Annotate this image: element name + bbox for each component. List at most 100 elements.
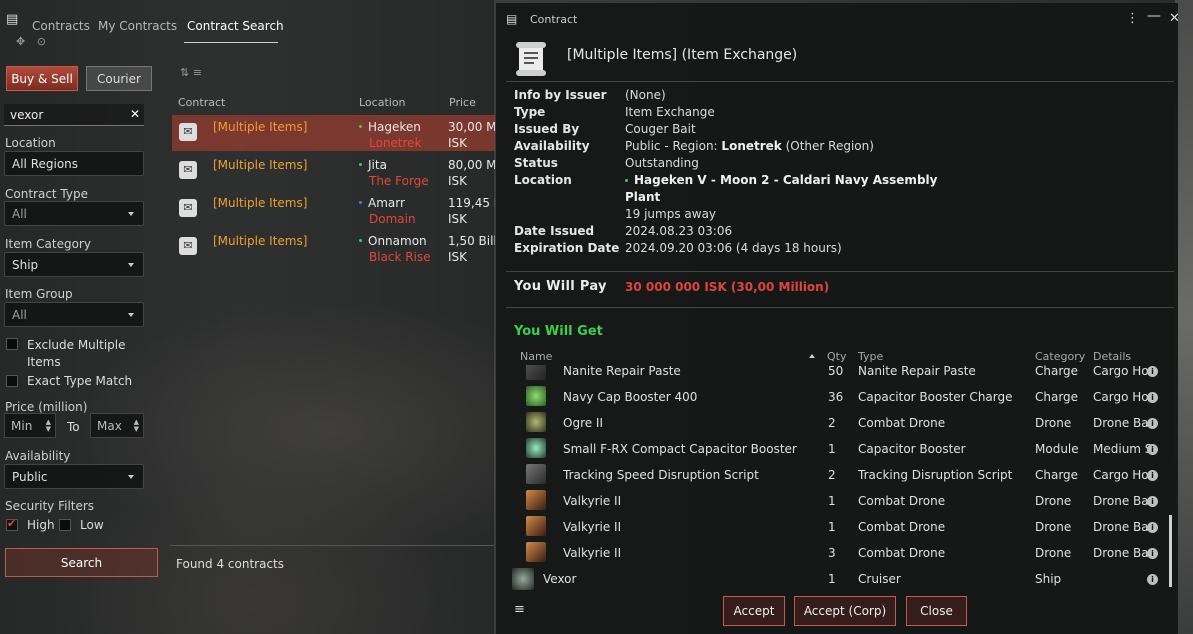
location-dropdown[interactable]: All Regions (4, 151, 144, 176)
window-header[interactable]: ▤ Contract ⋮ — ✕ (496, 3, 1180, 31)
item-category-label: Item Category (5, 237, 91, 251)
column-header-price[interactable]: Price (449, 96, 476, 109)
info-icon[interactable]: i (1147, 366, 1158, 377)
item-group-dropdown[interactable]: All (4, 302, 144, 327)
row-region[interactable]: Domain (369, 212, 416, 226)
item-qty: 2 (828, 468, 836, 482)
list-item[interactable]: Valkyrie II 1 Combat Drone Drone Drone B… (506, 515, 1166, 541)
contract-type-label: Contract Type (5, 187, 88, 201)
item-category: Charge (1035, 390, 1079, 404)
security-dot (359, 201, 362, 204)
info-icon[interactable]: i (1147, 548, 1158, 559)
row-region[interactable]: Lonetrek (369, 136, 422, 150)
price-max-input[interactable]: Max ▲ ▼ (90, 413, 144, 438)
security-low-label: Low (80, 518, 104, 532)
info-icon[interactable]: i (1147, 392, 1158, 403)
row-region[interactable]: Black Rise (369, 250, 431, 264)
exact-type-checkbox[interactable] (6, 375, 18, 387)
accept-button[interactable]: Accept (723, 596, 785, 626)
hamburger-menu-icon[interactable]: ≡ (514, 602, 525, 617)
clear-search-icon[interactable]: ✕ (130, 107, 140, 121)
list-item[interactable]: Tracking Speed Disruption Script 2 Track… (506, 463, 1166, 489)
list-item[interactable]: Navy Cap Booster 400 36 Capacitor Booste… (506, 385, 1166, 411)
spinner-icon[interactable]: ▲ ▼ (46, 419, 51, 433)
row-currency: ISK (448, 250, 468, 264)
more-options-icon[interactable]: ⋮ (1126, 11, 1139, 26)
jumps-away: 19 jumps away (625, 207, 717, 221)
location-value[interactable]: Hageken V - Moon 2 - Caldari Navy Assemb… (625, 173, 937, 187)
item-category-value: Ship (12, 257, 39, 272)
column-header-contract[interactable]: Contract (178, 96, 225, 109)
list-item[interactable]: Small F-RX Compact Capacitor Booster 1 C… (506, 437, 1166, 463)
row-region[interactable]: The Forge (369, 174, 429, 188)
search-input[interactable]: vexor ✕ (4, 104, 144, 126)
availability-dropdown[interactable]: Public (4, 464, 144, 489)
you-will-pay-value: 30 000 000 ISK (30,00 Million) (625, 280, 830, 294)
column-header-location[interactable]: Location (359, 96, 406, 109)
security-high-checkbox[interactable] (6, 517, 18, 531)
contract-type-dropdown[interactable]: All (4, 201, 144, 226)
search-button[interactable]: Search (5, 548, 158, 577)
item-name: Valkyrie II (563, 546, 622, 560)
buy-sell-toggle[interactable]: Buy & Sell (6, 66, 78, 91)
chevron-down-icon (128, 475, 134, 479)
results-count: Found 4 contracts (176, 557, 284, 571)
ogre-drone-icon (526, 412, 546, 432)
column-header-qty[interactable]: Qty (827, 350, 846, 363)
table-row[interactable]: ✉ [Multiple Items] Onnamon Black Rise 1,… (172, 229, 496, 265)
column-header-category[interactable]: Category (1035, 350, 1085, 363)
minimize-icon[interactable]: — (1147, 8, 1161, 24)
security-dot (625, 179, 628, 182)
contracts-tab-bar: ▤ ✥ ⊙ Contracts My Contracts Contract Se… (0, 0, 494, 52)
table-row[interactable]: ✉ [Multiple Items] Jita The Forge 80,00 … (172, 153, 496, 189)
tab-contracts[interactable]: Contracts (32, 19, 90, 33)
item-type: Combat Drone (858, 494, 946, 508)
column-header-details[interactable]: Details (1093, 350, 1131, 363)
info-icon[interactable]: i (1147, 522, 1158, 533)
issued-by-value[interactable]: Couger Bait (625, 122, 696, 136)
table-row[interactable]: ✉ [Multiple Items] Amarr Domain 119,45 M… (172, 191, 496, 227)
info-icon[interactable]: i (1147, 496, 1158, 507)
courier-toggle[interactable]: Courier (86, 66, 152, 91)
column-header-type[interactable]: Type (858, 350, 883, 363)
price-min-input[interactable]: Min ▲ ▼ (4, 413, 56, 438)
item-name: Valkyrie II (563, 520, 622, 534)
active-tab-underline (184, 42, 278, 43)
table-row[interactable]: ✉ [Multiple Items] Hageken Lonetrek 30,0… (172, 115, 496, 151)
list-item[interactable]: Vexor 1 Cruiser Ship i (506, 567, 1166, 591)
list-settings-icon[interactable]: ⇅ ≡ (180, 66, 202, 79)
exclude-multiple-checkbox[interactable] (6, 338, 18, 350)
item-type: Capacitor Booster Charge (858, 390, 1013, 404)
item-details: Cargo Ho (1093, 365, 1149, 378)
tab-contract-search[interactable]: Contract Search (187, 19, 284, 33)
location-value-line1: Hageken V - Moon 2 - Caldari Navy Assemb… (634, 173, 938, 187)
info-icon[interactable]: i (1147, 444, 1158, 455)
security-low-checkbox[interactable] (59, 519, 71, 531)
divider (506, 81, 1174, 82)
window-mini-icons[interactable]: ✥ ⊙ (16, 35, 50, 48)
items-scrollbar[interactable] (1169, 515, 1172, 587)
item-category-dropdown[interactable]: Ship (4, 252, 144, 277)
item-qty: 1 (828, 520, 836, 534)
security-dot (359, 163, 362, 166)
list-item[interactable]: Valkyrie II 1 Combat Drone Drone Drone B… (506, 489, 1166, 515)
row-location: Jita (368, 158, 387, 172)
item-category: Charge (1035, 365, 1079, 378)
close-icon[interactable]: ✕ (1169, 11, 1180, 26)
row-location: Hageken (368, 120, 421, 134)
list-item[interactable]: Ogre II 2 Combat Drone Drone Drone Ba i (506, 411, 1166, 437)
info-icon[interactable]: i (1147, 470, 1158, 481)
item-details: Drone Ba (1093, 416, 1149, 430)
availability-region[interactable]: Lonetrek (721, 139, 781, 153)
spinner-icon[interactable]: ▲ ▼ (134, 419, 139, 433)
info-icon[interactable]: i (1147, 418, 1158, 429)
valkyrie-drone-icon (526, 542, 546, 562)
close-button[interactable]: Close (906, 596, 967, 626)
info-icon[interactable]: i (1147, 574, 1158, 585)
column-header-name[interactable]: Name (520, 350, 552, 363)
list-item[interactable]: Valkyrie II 3 Combat Drone Drone Drone B… (506, 541, 1166, 567)
price-min-placeholder: Min (11, 418, 33, 433)
list-item[interactable]: Nanite Repair Paste 50 Nanite Repair Pas… (506, 365, 1166, 385)
tab-my-contracts[interactable]: My Contracts (98, 19, 177, 33)
accept-corp-button[interactable]: Accept (Corp) (794, 596, 896, 626)
